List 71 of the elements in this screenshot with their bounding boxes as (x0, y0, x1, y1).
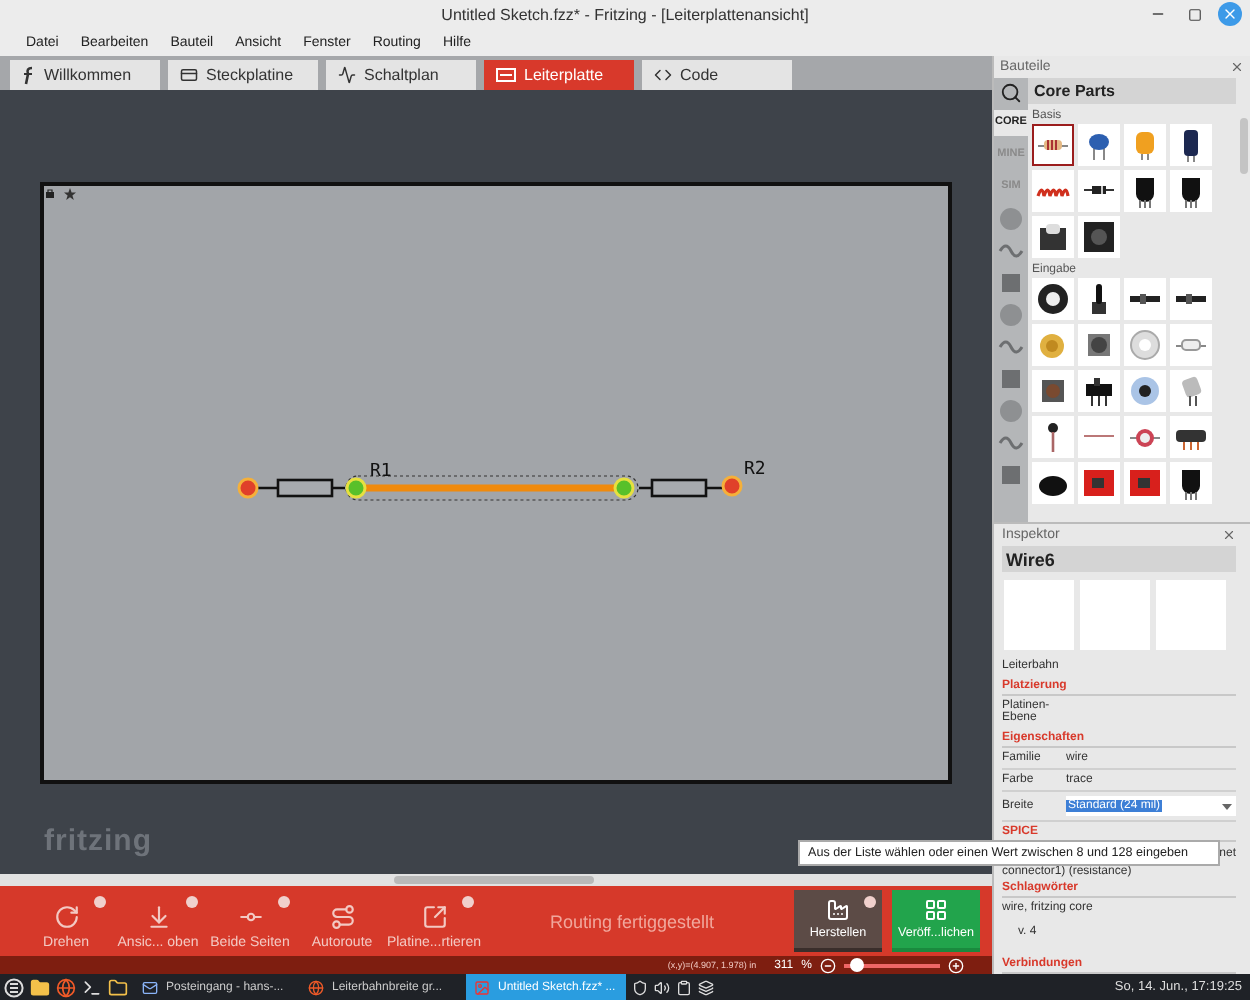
bin-title: Core Parts (1028, 77, 1236, 104)
part-label: R2 (744, 460, 766, 480)
bin-icon[interactable] (998, 269, 1024, 296)
scrollbar[interactable] (1240, 117, 1248, 174)
bin-icon[interactable] (998, 461, 1024, 488)
menu-icon[interactable] (4, 977, 24, 997)
search-icon[interactable] (1000, 81, 1022, 104)
diode-icon (1082, 184, 1116, 197)
part-tile[interactable] (1032, 123, 1074, 166)
board-icon (180, 66, 198, 84)
mail-icon (142, 979, 158, 995)
trace-wire[interactable] (345, 475, 639, 501)
resistor-drawing[interactable] (637, 475, 743, 498)
dropdown-dot[interactable] (278, 895, 290, 907)
route-icon (329, 903, 355, 929)
export-icon (421, 903, 447, 929)
close-icon[interactable] (1230, 59, 1244, 74)
clipboard-icon[interactable] (676, 979, 692, 995)
view-tab[interactable]: Leiterplatte (484, 60, 634, 90)
caret-icon (1222, 803, 1232, 809)
part-name: Wire6 (1002, 546, 1236, 572)
switch-icon (1082, 373, 1116, 408)
code-icon (654, 66, 672, 84)
coil-icon (1036, 183, 1070, 198)
scrollbar[interactable] (0, 874, 992, 886)
folder-icon[interactable] (30, 977, 50, 997)
browser-icon (308, 979, 324, 995)
resistor-drawing[interactable] (237, 477, 347, 499)
maximize-icon[interactable] (1187, 7, 1201, 21)
dial-icon (1128, 327, 1162, 362)
wire-icon (1082, 434, 1116, 439)
app-icon (474, 979, 490, 995)
bin-icon[interactable] (998, 365, 1024, 392)
dropdown-dot[interactable] (186, 895, 198, 907)
zoom-out-icon[interactable] (820, 957, 836, 973)
down-arrow-icon (145, 903, 171, 929)
mystery-part-icon (1082, 219, 1116, 254)
view-tab[interactable]: Steckplatine (168, 60, 318, 90)
dropdown-dot[interactable] (94, 895, 106, 907)
volume-icon[interactable] (654, 979, 670, 995)
close-icon (1222, 6, 1238, 22)
terminal-icon[interactable] (82, 977, 102, 997)
dropdown-dot[interactable] (864, 896, 876, 908)
slider-icon (1174, 291, 1208, 306)
part-label: R1 (370, 462, 392, 482)
encoder-icon (1128, 373, 1162, 408)
slider-thumb[interactable] (849, 958, 864, 972)
pcb-icon (496, 68, 516, 82)
browser-icon[interactable] (56, 977, 76, 997)
slider-icon (1128, 291, 1162, 306)
window-title: Untitled Sketch.fzz* - Fritzing - [Leiterplattenansicht] (441, 5, 809, 23)
status-message: Routing fertiggestellt (547, 911, 717, 931)
view-tab[interactable]: Schaltplan (326, 60, 476, 90)
grid-icon (924, 898, 948, 922)
dropdown-dot[interactable] (462, 895, 474, 907)
close-icon[interactable] (1222, 528, 1236, 542)
folder-icon[interactable] (108, 977, 128, 997)
shield-icon[interactable] (632, 979, 648, 995)
factory-icon (826, 898, 850, 922)
zoom-in-icon[interactable] (948, 957, 964, 973)
rotate-icon (53, 903, 79, 929)
star-icon (64, 188, 76, 200)
close-button[interactable] (1218, 2, 1242, 26)
view-tab[interactable]: Code (642, 60, 792, 90)
view-tab[interactable]: Willkommen (10, 60, 160, 90)
lock-icon (46, 188, 54, 198)
f-icon (22, 65, 36, 85)
wheel-icon (1036, 281, 1070, 316)
module-icon (1036, 219, 1070, 254)
circuit-board-icon (1128, 465, 1162, 500)
circuit-board-icon (1082, 465, 1116, 500)
